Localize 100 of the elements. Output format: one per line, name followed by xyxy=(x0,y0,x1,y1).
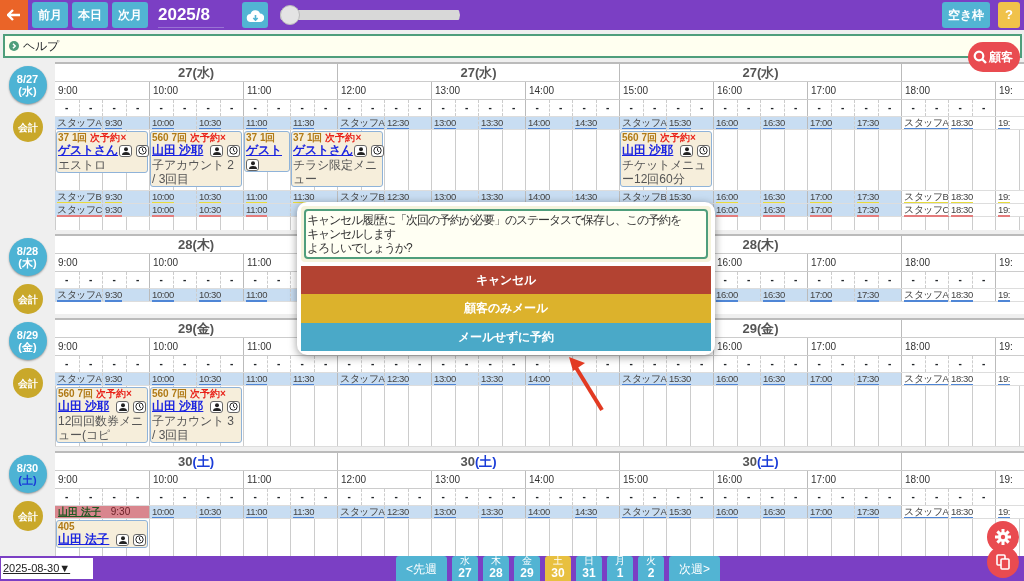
appointment-card[interactable]: 560 7回 次予約× 山田 沙耶 12回回数券メニュー(コピ xyxy=(56,387,148,443)
customer-name-link[interactable]: ゲストさん xyxy=(58,143,118,158)
profile-button[interactable] xyxy=(116,400,129,413)
slider-thumb[interactable] xyxy=(280,5,300,25)
staff-name: スタッフA xyxy=(904,117,949,130)
slot-value: - xyxy=(465,102,469,113)
staff-name: スタッフA xyxy=(904,506,949,519)
month-nav-button[interactable]: 前月 xyxy=(32,2,68,28)
help-button[interactable]: ? xyxy=(998,2,1020,28)
customer-name-link[interactable]: 山田 沙耶 xyxy=(58,399,110,414)
profile-button[interactable] xyxy=(680,144,693,157)
weekday-text: (土) xyxy=(18,474,37,486)
profile-button[interactable] xyxy=(119,144,132,157)
date-badge[interactable]: 8/29 (金) xyxy=(8,322,47,360)
time-label: 17:00 xyxy=(810,204,832,217)
day-tab[interactable]: 水 27 xyxy=(452,556,478,581)
day-header: 27(水) xyxy=(177,65,215,80)
customer-name-link[interactable]: 山田 沙耶 xyxy=(152,143,204,158)
slot-value: - xyxy=(747,491,751,502)
date-badge[interactable]: 8/28 (木) xyxy=(8,238,47,276)
slot-value: - xyxy=(324,102,328,113)
appointment-card[interactable]: 560 7回 次予約× 山田 沙耶 子アカウント 3 / 3回目 xyxy=(150,387,242,443)
back-button[interactable] xyxy=(0,0,28,30)
history-button[interactable] xyxy=(697,144,710,157)
customer-name-link[interactable]: 山田 沙耶 xyxy=(152,399,204,414)
slot-value: - xyxy=(89,358,93,369)
checkout-button[interactable]: 会計 xyxy=(12,284,43,314)
slot-value: - xyxy=(888,274,892,285)
blocked-slot[interactable]: 山田 法子 9:30 xyxy=(55,506,149,518)
appointment-card[interactable]: 37 1回 次予約× ゲストさん チラシ限定メニュー xyxy=(291,131,383,187)
dialog-message-line: キャンセル履歴に「次回の予約が必要」のステータスで保存し、この予約を xyxy=(307,213,682,227)
day-tab[interactable]: 土 30 xyxy=(545,556,571,581)
slot-value: - xyxy=(864,358,868,369)
slot-value: - xyxy=(958,358,962,369)
history-button[interactable] xyxy=(227,400,240,413)
slot-value: - xyxy=(65,491,69,502)
time-label: 19: xyxy=(998,506,1010,519)
date-text: 8/29 xyxy=(16,329,39,341)
customer-search-button[interactable]: 顧客 xyxy=(968,42,1020,72)
month-nav-button[interactable]: 本日 xyxy=(72,2,108,28)
profile-button[interactable] xyxy=(210,400,223,413)
dialog-button[interactable]: メールせずに予約 xyxy=(301,322,711,351)
customer-name-link[interactable]: ゲスト xyxy=(246,143,282,158)
slot-value: - xyxy=(89,102,93,113)
checkout-button[interactable]: 会計 xyxy=(12,112,43,142)
customer-name-link[interactable]: ゲストさん xyxy=(293,143,353,158)
dialog-button[interactable]: 顧客のみメール xyxy=(301,294,711,323)
slot-value: - xyxy=(159,102,163,113)
customer-name-link[interactable]: 山田 沙耶 xyxy=(622,143,674,158)
slot-value: - xyxy=(371,358,375,369)
next-week-button[interactable]: 次週> xyxy=(669,556,721,581)
slot-value: - xyxy=(864,102,868,113)
appointment-card[interactable]: 560 7回 次予約× 山田 沙耶 子アカウント 2 / 3回目 xyxy=(150,131,242,187)
time-label: 14:00 xyxy=(528,117,550,130)
day-tab[interactable]: 日 31 xyxy=(576,556,602,581)
customer-name-link[interactable]: 山田 法子 xyxy=(58,532,110,547)
menu-text: チラシ限定メニュー xyxy=(293,158,378,186)
profile-button[interactable] xyxy=(116,533,129,546)
profile-button[interactable] xyxy=(354,144,367,157)
download-button[interactable] xyxy=(242,2,268,28)
slot-value: - xyxy=(817,491,821,502)
history-button[interactable] xyxy=(227,144,240,157)
date-select[interactable]: 2025-08-30▼ xyxy=(1,558,93,579)
day-tab[interactable]: 月 1 xyxy=(607,556,633,581)
slot-value: - xyxy=(958,491,962,502)
profile-button[interactable] xyxy=(246,159,259,171)
checkout-button[interactable]: 会計 xyxy=(12,501,43,531)
settings-icon xyxy=(995,529,1011,545)
slot-value: - xyxy=(935,102,939,113)
appointment-card[interactable]: 37 1回 ゲスト xyxy=(244,131,290,172)
history-button[interactable] xyxy=(133,533,146,546)
clock-icon xyxy=(373,146,382,155)
checkout-button[interactable]: 会計 xyxy=(12,368,43,398)
day-tab[interactable]: 金 29 xyxy=(514,556,540,581)
date-badge[interactable]: 8/27 (水) xyxy=(8,66,47,104)
history-button[interactable] xyxy=(133,400,146,413)
dialog-button[interactable]: キャンセル xyxy=(301,266,711,295)
person-icon xyxy=(682,146,691,155)
month-nav-button[interactable]: 次月 xyxy=(112,2,148,28)
hour-label: 11:00 xyxy=(247,474,272,485)
prev-week-button[interactable]: <先週 xyxy=(396,556,447,581)
time-label: 17:00 xyxy=(810,373,832,386)
time-label: 14:30 xyxy=(575,506,597,519)
appointment-card[interactable]: 560 7回 次予約× 山田 沙耶 チケットメニュー12回60分 xyxy=(620,131,712,187)
visit-count: 560 7回 xyxy=(152,388,188,399)
day-tab[interactable]: 火 2 xyxy=(638,556,664,581)
history-button[interactable] xyxy=(136,144,149,157)
history-button[interactable] xyxy=(371,144,384,157)
person-icon xyxy=(118,535,127,544)
slot-value: - xyxy=(535,491,539,502)
profile-button[interactable] xyxy=(210,144,223,157)
slot-value: - xyxy=(770,102,774,113)
day-tab[interactable]: 木 28 xyxy=(483,556,509,581)
slot-value: - xyxy=(394,491,398,502)
slot-value: - xyxy=(629,102,633,113)
appointment-card[interactable]: 405 山田 法子 xyxy=(56,520,148,548)
date-badge[interactable]: 8/30 (土) xyxy=(8,455,47,493)
appointment-card[interactable]: 37 1回 次予約× ゲストさん エストロ xyxy=(56,131,148,173)
vacancy-button[interactable]: 空き枠 xyxy=(942,2,990,28)
slot-value: - xyxy=(394,358,398,369)
